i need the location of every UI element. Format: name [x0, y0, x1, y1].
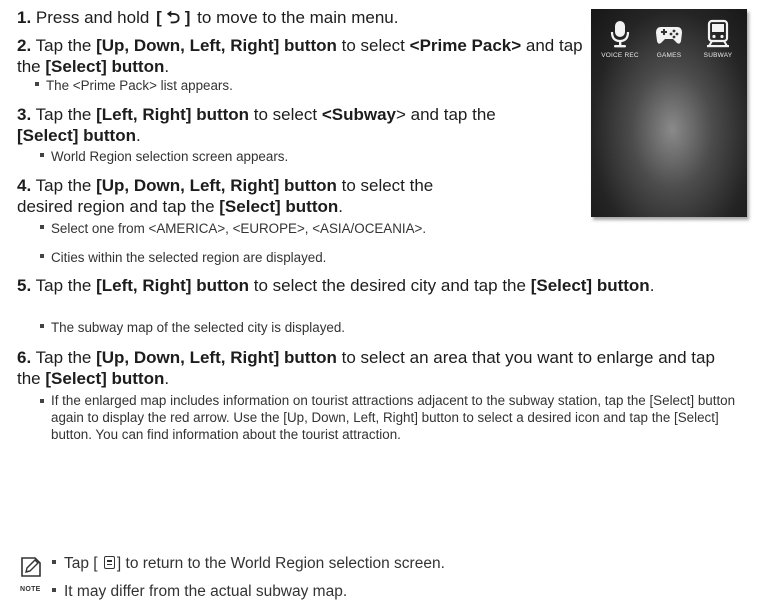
step-2-note: The <Prime Pack> list appears.: [35, 77, 233, 94]
bullet-icon: [40, 324, 44, 329]
step-4-note-b: Cities within the selected region are di…: [40, 249, 326, 266]
bullet-icon: [40, 399, 44, 403]
app-label: SUBWAY: [703, 52, 733, 59]
note-icon: NOTE: [20, 556, 42, 596]
train-icon: [707, 19, 729, 48]
back-key-icon: [ ⮌ ]: [156, 8, 191, 27]
step-5: 5. Tap the [Left, Right] button to selec…: [17, 276, 655, 295]
gamepad-icon: [656, 27, 682, 44]
step-3: 3. Tap the [Left, Right] button to selec…: [17, 105, 496, 145]
menu-key-icon: [103, 556, 115, 570]
bullet-icon: [35, 82, 39, 87]
app-label: VOICE REC: [601, 52, 639, 59]
step-2: 2. Tap the [Up, Down, Left, Right] butto…: [17, 36, 583, 76]
note-item-1: Tap [ ] to return to the World Region se…: [52, 555, 445, 573]
bullet-icon: [40, 254, 44, 259]
pencil-note-icon: [21, 557, 41, 577]
app-games: GAMES: [644, 19, 694, 59]
bullet-icon: [40, 225, 44, 230]
step-3-note: World Region selection screen appears.: [40, 148, 288, 165]
app-subway: SUBWAY: [693, 19, 743, 59]
bullet-icon: [40, 153, 44, 158]
step-6: 6. Tap the [Up, Down, Left, Right] butto…: [17, 348, 715, 388]
app-label: GAMES: [656, 52, 682, 59]
device-screen: VOICE REC GAMES SUBWAY: [591, 9, 747, 217]
step-4: 4. Tap the [Up, Down, Left, Right] butto…: [17, 176, 434, 216]
step-1: 1. Press and hold [ ⮌ ] to move to the m…: [17, 8, 399, 27]
bullet-icon: [52, 587, 56, 592]
step-4-note-a: Select one from <AMERICA>, <EUROPE>, <AS…: [40, 220, 426, 237]
note-label: NOTE: [20, 586, 41, 593]
note-item-2: It may differ from the actual subway map…: [52, 583, 347, 601]
step-5-note: The subway map of the selected city is d…: [40, 319, 345, 336]
app-voice-rec: VOICE REC: [595, 19, 645, 59]
bullet-icon: [52, 559, 56, 564]
step-6-note: If the enlarged map includes information…: [40, 392, 751, 443]
microphone-icon: [610, 21, 630, 48]
